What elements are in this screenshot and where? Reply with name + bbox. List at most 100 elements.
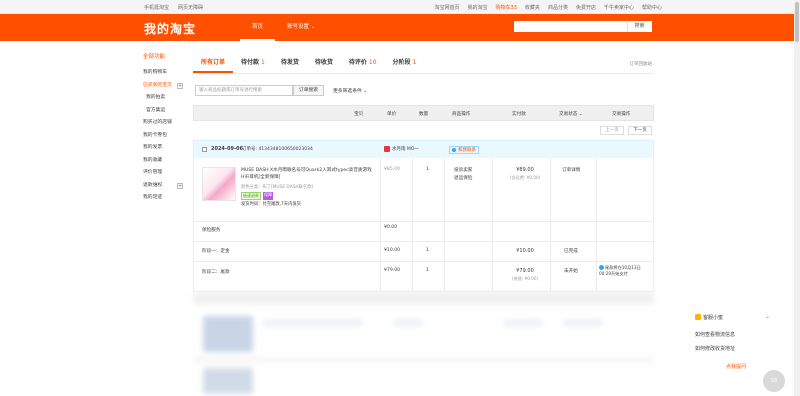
order-tab-count: 1 [261,59,265,66]
header-search-input[interactable]: 搜索 [514,21,652,32]
expand-plus-icon[interactable]: + [177,182,183,189]
prev-page-button[interactable]: 上一页 [600,126,624,135]
divider [550,158,551,291]
divider [380,158,381,291]
sidebar-item[interactable]: 我的足迹 [143,192,187,205]
blurred-row [393,320,423,326]
sidebar-item[interactable]: 评价管理 [143,167,187,180]
blurred-row [563,320,603,326]
col-item: 宝贝 [354,112,364,117]
complain-seller-link[interactable]: 投诉卖家 [454,167,472,173]
topbar-left: 手机逛淘宝 网页无障碍 [144,4,203,11]
divider [492,158,493,291]
order-detail-link[interactable]: 订单详情 [562,167,580,173]
order-tab-label: 所有订单 [201,59,226,66]
orange-header: 我的淘宝 首页 账号设置 ⌄ 搜索 [0,14,800,41]
blurred-thumbnail [203,316,253,352]
topbar-link-favorites[interactable]: 收藏夹 [525,4,540,11]
order-card: 2024-09-06 订单号: 4134348100650023034 水月雨 … [193,140,654,292]
pager: 上一页 下一页 [600,126,652,135]
topbar-link-open-shop[interactable]: 免费开店 [576,4,596,11]
order-checkbox[interactable] [202,147,207,152]
topbar-link-mobile[interactable]: 手机逛淘宝 [144,4,169,11]
order-tab[interactable]: 待评价 10 [341,52,385,73]
nav-home[interactable]: 首页 [240,14,276,41]
order-tab-label: 待收货 [314,59,333,66]
product-title[interactable]: MUSE DASH X水月雨联名号可Quark2入耳式typec高音质游戏HiF… [241,167,377,181]
sidebar-item[interactable]: 我的购物车 [143,67,187,80]
info-icon [599,265,604,270]
order-table-header: 宝贝 单价 数量 商品操作 实付款 交易状态 ⌄ 交易操作 [193,105,654,121]
order-tab-label: 待付款 [241,59,260,66]
cs-ask-link[interactable]: 点我提问 [726,363,746,370]
shop-name[interactable]: 水月雨 MO一 [392,146,419,152]
sidebar-item-label: 我的拍卖 [146,95,166,100]
order-search-input[interactable]: 输入商品标题或订单号进行搜索 [195,85,293,96]
customer-service-title: 客服小蜜 [695,314,723,321]
paid-amount: ¥89.00 [516,167,534,173]
col-paid: 实付款 [512,112,526,117]
cs-question-address[interactable]: 如何修改收货地址 [695,345,735,352]
topbar-link-categories[interactable]: 商品分类 [548,4,568,11]
order-search-button[interactable]: 订单搜索 [293,85,324,96]
stage2-price: ¥79.00 [384,268,401,273]
paid-shipping-note: (含运费: ¥0.00) [509,175,541,180]
cs-title-text: 客服小蜜 [703,315,724,321]
sidebar-item[interactable]: 我的卡券包 [143,130,187,143]
order-tab[interactable]: 待收货 [307,52,341,73]
sidebar-item-label: 已买到的宝贝 [143,82,172,88]
topbar-link-my-taobao[interactable]: 我的淘宝 [468,4,488,11]
topbar-link-accessibility[interactable]: 网页无障碍 [178,4,203,11]
floating-action-button[interactable]: 58 [763,370,785,392]
product-thumbnail[interactable] [202,167,236,201]
sidebar-item[interactable]: 我的拍卖 [143,92,187,105]
sidebar-item[interactable]: 退款维权 + [143,180,187,193]
return-insurance-link[interactable]: 退运保险 [454,175,472,181]
topbar-link-help[interactable]: 帮助中心 [642,4,662,11]
divider [412,158,413,291]
blurred-row [193,358,654,362]
next-page-button[interactable]: 下一页 [628,126,652,135]
sidebar-item[interactable]: 已买到的宝贝 + [143,80,187,93]
order-recycle-bin-link[interactable]: 订单回收站 [630,61,653,67]
nav-account-settings[interactable]: 账号设置 ⌄ [275,14,327,41]
order-tab-label: 待评价 [348,59,367,66]
topbar-link-cart[interactable]: 购物车33 [496,4,517,11]
stage1-paid: ¥10.00 [516,248,534,254]
sidebar-item[interactable]: 购买过的店铺 [143,117,187,130]
page-scrollbar[interactable] [794,0,800,396]
divider [596,158,597,291]
customer-service-widget: 客服小蜜 ⌄ 如何查看物流信息 如何修改收货地址 点我提问 [692,312,776,374]
order-tab[interactable]: 分阶段 1 [385,52,425,73]
more-filters-dropdown[interactable]: 更多筛选条件 ⌄ [333,87,367,94]
sidebar-item-label: 官方集运 [146,107,166,113]
sidebar-item[interactable]: 官方集运 [143,105,187,118]
order-tab[interactable]: 待付款 1 [233,52,273,73]
sidebar-item[interactable]: 我的收藏 [143,155,187,168]
chevron-down-icon[interactable]: ⌄ [765,313,770,320]
insurance-label: 保险服务 [202,228,221,233]
header-search-button[interactable]: 搜索 [627,22,651,31]
sidebar-item[interactable]: 我的发票 [143,142,187,155]
order-tabs: 所有订单 待付款 1 待发货 待收货 待评价 10 分阶段 1 [193,52,654,74]
stage2-label: 阶段二：尾款 [202,270,230,275]
topbar-link-home[interactable]: 淘宝网首页 [435,4,460,11]
expand-plus-icon[interactable]: + [177,82,183,89]
contact-seller-button[interactable]: 和我联系 [449,146,479,154]
order-tab[interactable]: 待发货 [273,52,307,73]
cs-question-logistics[interactable]: 如何查看物流信息 [695,331,735,338]
my-taobao-logo[interactable]: 我的淘宝 [144,20,196,37]
col-item-actions: 商品操作 [452,112,471,117]
blurred-orders [193,292,654,396]
quantity: 1 [426,167,429,172]
fast-refund-badge: 极速退款 [241,192,261,200]
col-unit-price: 单价 [387,112,397,117]
topbar-link-seller-center[interactable]: 千牛卖家中心 [604,4,634,11]
col-status[interactable]: 交易状态 ⌄ [559,111,583,117]
product-tags: 极速退款 保障 [241,192,273,200]
order-tab[interactable]: 所有订单 [193,52,234,73]
robot-icon [695,314,701,320]
scrollbar-thumb[interactable] [795,2,799,42]
sidebar-item-label: 退款维权 [143,182,163,188]
divider [194,241,653,242]
